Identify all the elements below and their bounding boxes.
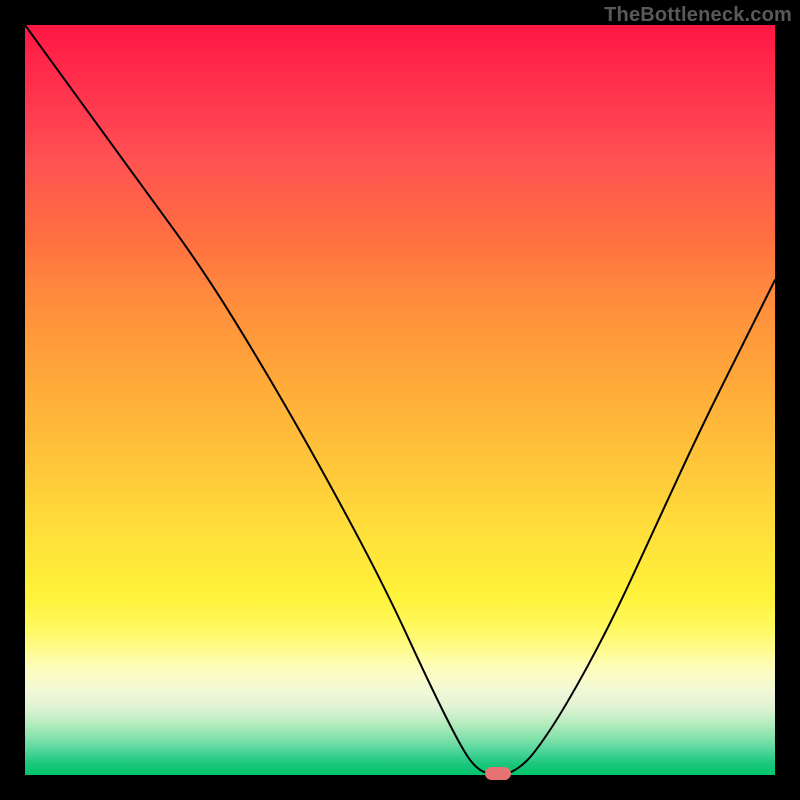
optimal-marker [485, 767, 511, 780]
attribution-text: TheBottleneck.com [604, 4, 792, 27]
plot-area [25, 25, 775, 775]
chart-frame: TheBottleneck.com [0, 0, 800, 800]
